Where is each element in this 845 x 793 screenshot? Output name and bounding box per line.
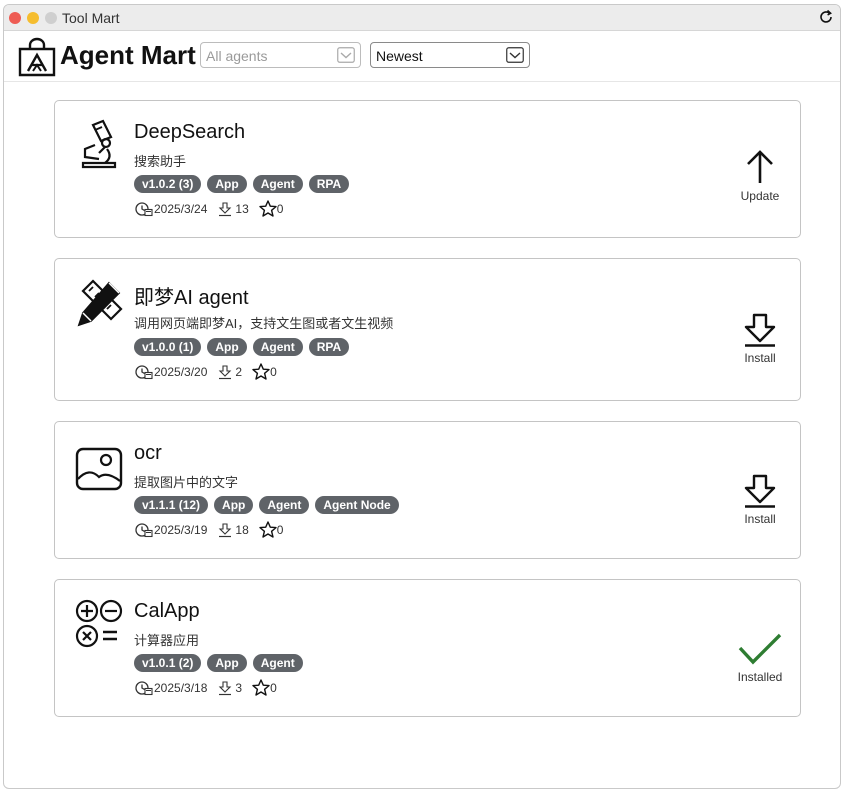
sort-select[interactable]: Newest [370, 42, 530, 68]
download-count: 2 [235, 364, 243, 379]
download-count: 18 [235, 522, 249, 537]
agent-description: 计算器应用 [134, 633, 200, 648]
agent-description: 搜索助手 [134, 154, 187, 169]
version-tag: v1.1.1 (12) [134, 496, 209, 514]
app-name: Agent Mart [60, 40, 196, 70]
agent-name[interactable]: ocr [134, 442, 162, 465]
window-title: Tool Mart [62, 10, 120, 26]
agent-filter-value: All agents [206, 48, 268, 64]
install-button[interactable]: Install [730, 313, 790, 365]
agent-card: DeepSearch 搜索助手 v1.0.2 (3) App Agent RPA… [54, 100, 801, 238]
type-tag: RPA [308, 338, 350, 356]
minimize-window-button[interactable] [27, 12, 39, 24]
type-tag: Agent [252, 338, 303, 356]
agent-filter-select[interactable]: All agents [200, 42, 361, 68]
agent-meta: 2025/3/20 2 0 [134, 363, 287, 380]
chevron-down-icon [337, 47, 355, 63]
agent-card: 即梦AI agent 调用网页端即梦AI，支持文生图或者文生视频 v1.0.0 … [54, 258, 801, 401]
clock-calendar-icon [135, 201, 153, 216]
update-button[interactable]: Update [730, 149, 790, 203]
clock-calendar-icon [135, 522, 153, 537]
type-tag: App [207, 654, 247, 672]
agent-description: 提取图片中的文字 [134, 475, 239, 490]
star-icon[interactable] [259, 521, 277, 538]
agent-name[interactable]: CalApp [134, 600, 200, 623]
agent-meta: 2025/3/24 13 0 [134, 200, 293, 217]
chevron-down-icon [506, 47, 524, 63]
app-window: Tool Mart Agent Mart All agents Newest D… [3, 4, 841, 789]
download-count: 13 [235, 201, 249, 216]
sort-value: Newest [376, 48, 423, 64]
download-icon [744, 474, 776, 508]
release-date: 2025/3/19 [154, 522, 208, 537]
checkmark-icon [738, 633, 782, 665]
download-count-icon [219, 680, 232, 695]
header: Agent Mart All agents Newest [4, 31, 840, 82]
agent-card: CalApp 计算器应用 v1.0.1 (2) App Agent 2025/3… [54, 579, 801, 717]
version-tag: v1.0.1 (2) [134, 654, 202, 672]
installed-status: Installed [730, 632, 790, 684]
clock-calendar-icon [135, 680, 153, 695]
agent-name[interactable]: DeepSearch [134, 121, 245, 144]
star-icon[interactable] [252, 679, 270, 696]
maximize-window-button[interactable] [45, 12, 57, 24]
reload-icon[interactable] [818, 9, 834, 25]
download-icon [744, 313, 776, 347]
star-count: 0 [276, 522, 284, 537]
download-count-icon [219, 364, 232, 379]
star-count: 0 [270, 364, 277, 379]
action-label: Install [744, 512, 776, 526]
close-window-button[interactable] [9, 12, 21, 24]
type-tag: RPA [308, 175, 350, 193]
version-tag: v1.0.2 (3) [134, 175, 202, 193]
tag-list: v1.1.1 (12) App Agent Agent Node [134, 496, 399, 514]
tag-list: v1.0.1 (2) App Agent [134, 654, 303, 672]
star-icon[interactable] [259, 200, 277, 217]
download-count-icon [219, 522, 232, 537]
download-count-icon [219, 201, 232, 216]
type-tag: Agent [259, 496, 310, 514]
shopping-bag-logo-icon [18, 37, 56, 77]
version-tag: v1.0.0 (1) [134, 338, 202, 356]
arrow-up-icon [747, 150, 773, 183]
microscope-icon [81, 119, 117, 169]
agent-description: 调用网页端即梦AI，支持文生图或者文生视频 [134, 316, 394, 331]
action-label: Update [740, 189, 780, 203]
clock-calendar-icon [135, 364, 153, 379]
action-label: Install [744, 351, 776, 365]
star-icon[interactable] [252, 363, 270, 380]
release-date: 2025/3/18 [154, 680, 208, 695]
type-tag: App [214, 496, 254, 514]
tag-list: v1.0.2 (3) App Agent RPA [134, 175, 350, 193]
pencil-ruler-icon [77, 279, 123, 327]
tag-list: v1.0.0 (1) App Agent RPA [134, 338, 350, 356]
agent-name[interactable]: 即梦AI agent [134, 281, 249, 310]
title-bar: Tool Mart [4, 5, 840, 31]
release-date: 2025/3/20 [154, 364, 208, 379]
download-count: 3 [235, 680, 243, 695]
type-tag: App [207, 175, 247, 193]
type-tag: App [207, 338, 247, 356]
action-label: Installed [737, 670, 783, 684]
agent-meta: 2025/3/18 3 0 [134, 679, 287, 696]
type-tag: Agent [252, 654, 303, 672]
calculator-icon [75, 599, 123, 648]
agent-meta: 2025/3/19 18 0 [134, 521, 293, 538]
image-icon [75, 447, 123, 491]
agent-card: ocr 提取图片中的文字 v1.1.1 (12) App Agent Agent… [54, 421, 801, 559]
type-tag: Agent Node [315, 496, 399, 514]
type-tag: Agent [252, 175, 303, 193]
install-button[interactable]: Install [730, 474, 790, 526]
star-count: 0 [270, 680, 277, 695]
release-date: 2025/3/24 [154, 201, 208, 216]
star-count: 0 [276, 201, 284, 216]
